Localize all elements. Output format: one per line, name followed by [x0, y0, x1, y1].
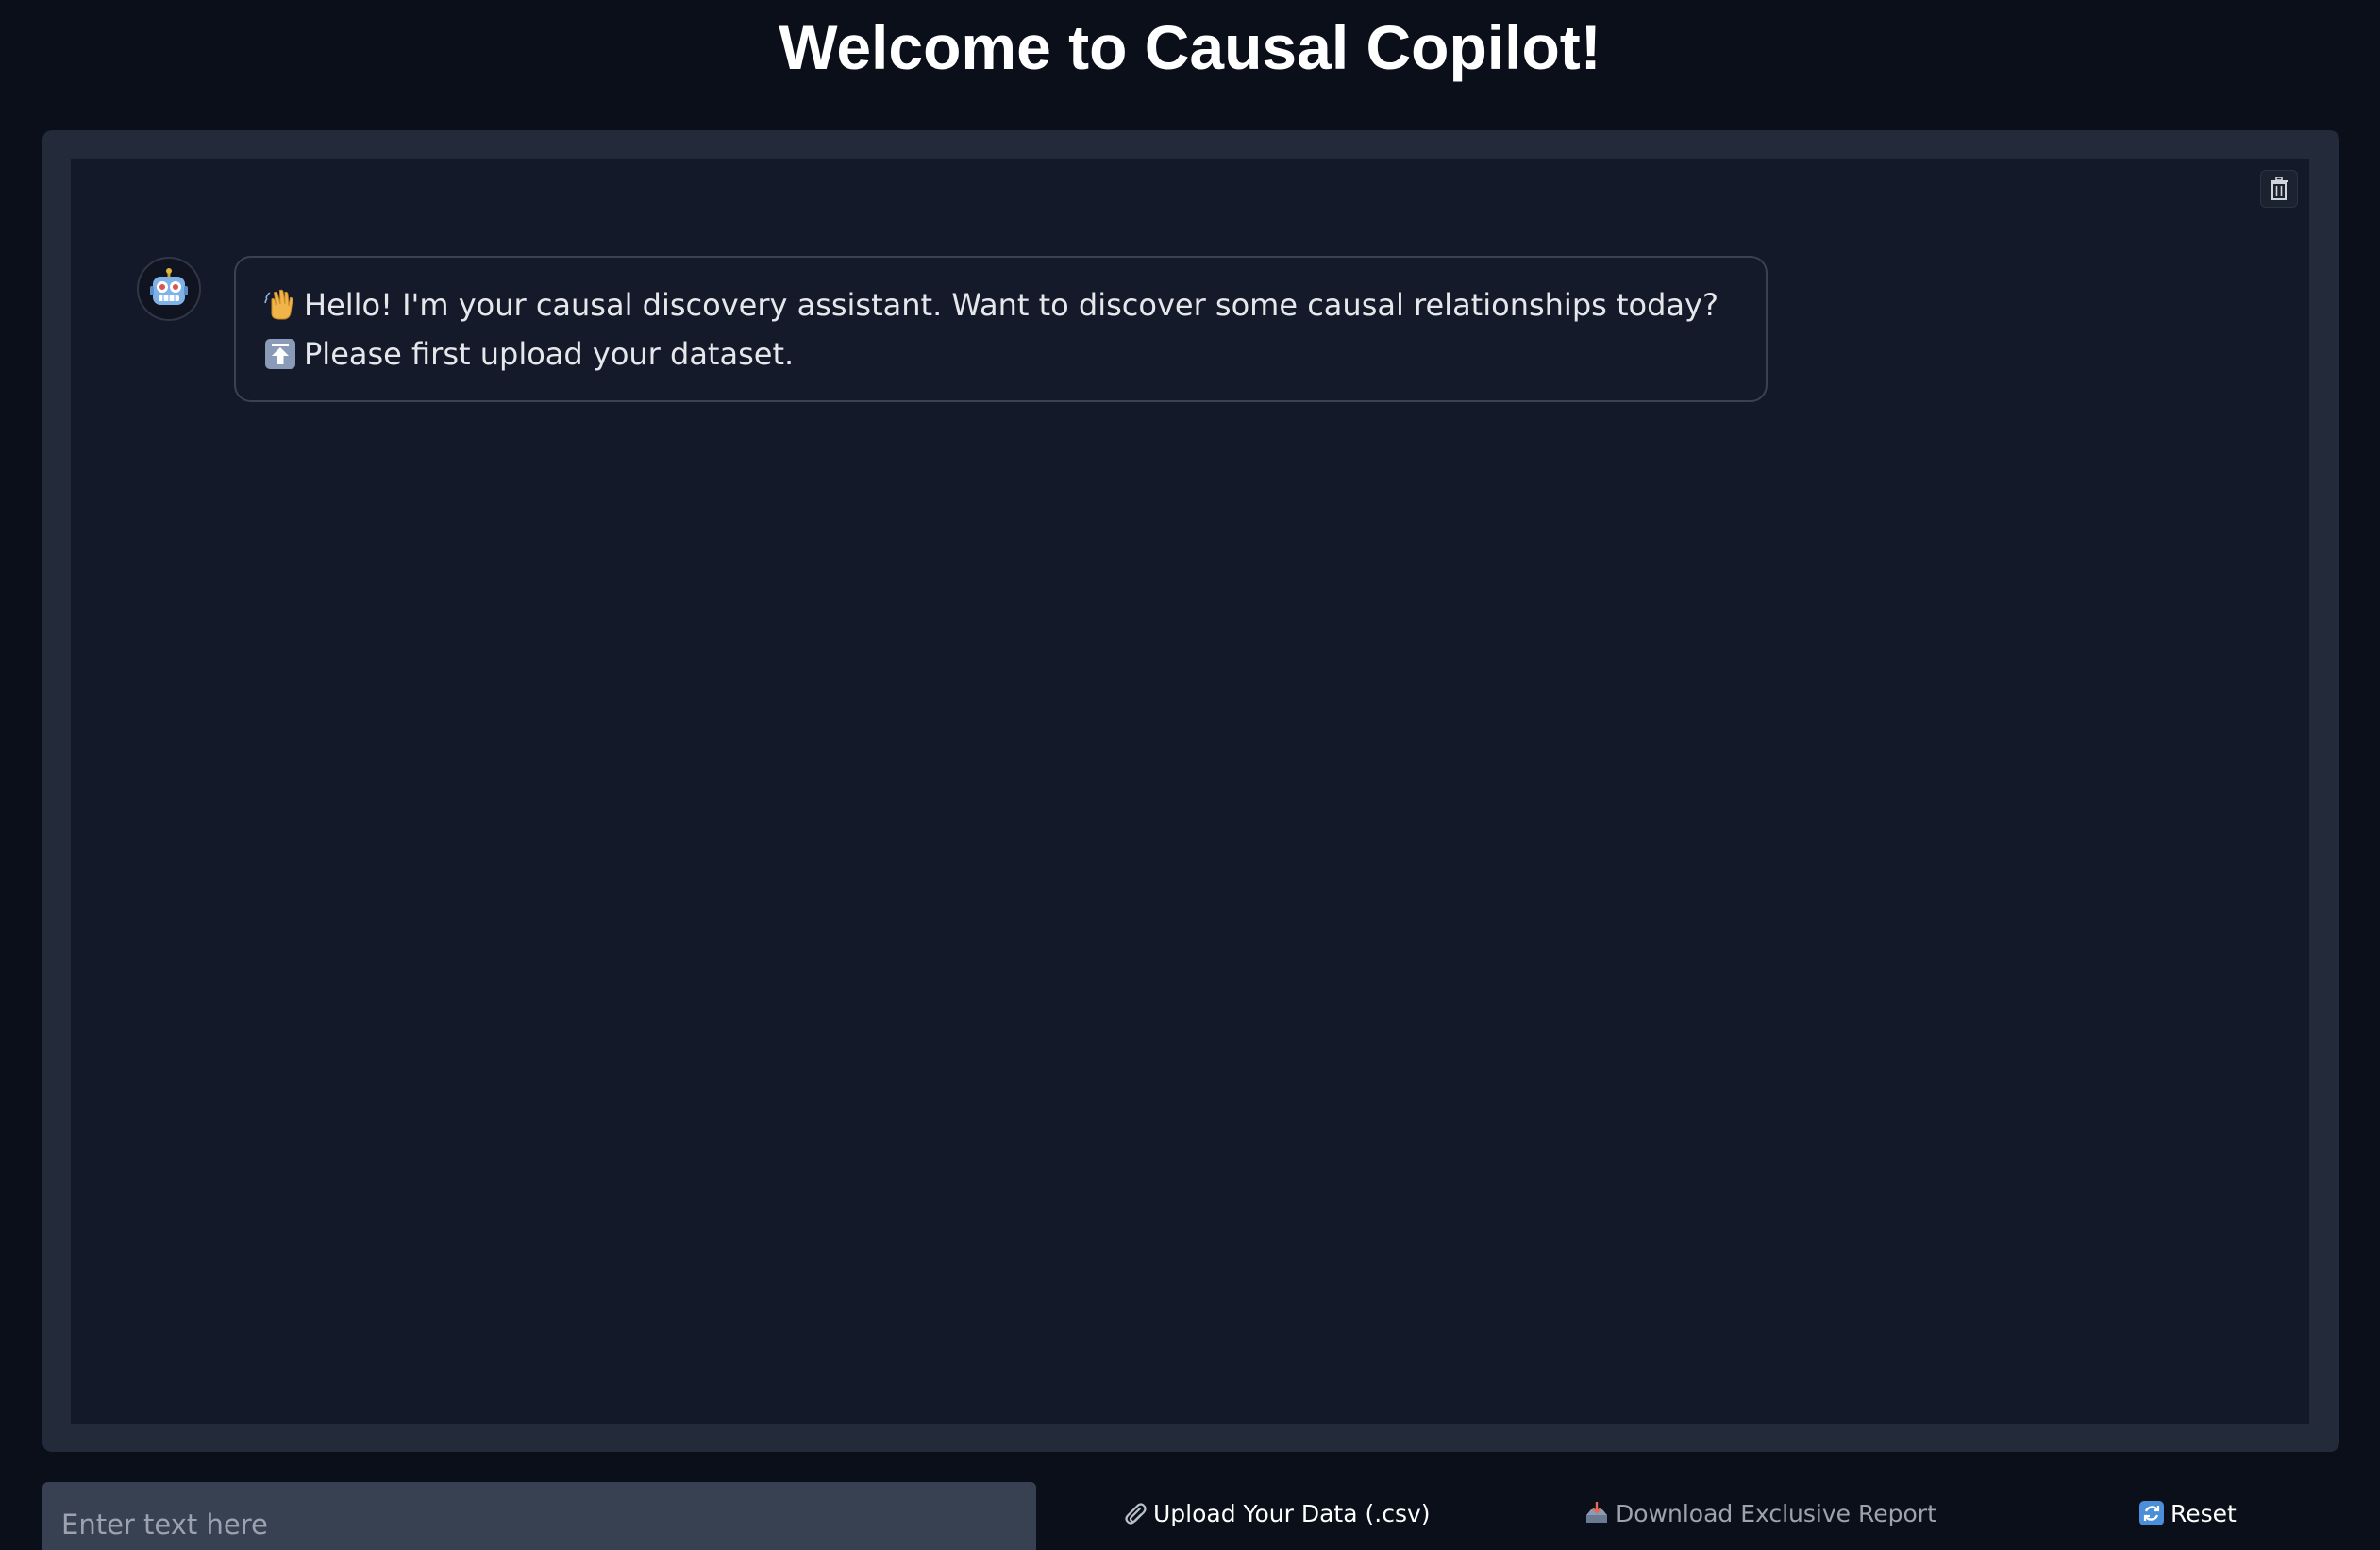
message-line: Hello! I'm your causal discovery assista… [264, 280, 1737, 329]
assistant-avatar [137, 257, 201, 321]
paperclip-icon [1125, 1503, 1147, 1525]
download-report-button[interactable]: Download Exclusive Report [1584, 1490, 1936, 1537]
message-text: Please first upload your dataset. [304, 336, 795, 372]
page-title: Welcome to Causal Copilot! [779, 12, 1601, 82]
chat-history[interactable]: Hello! I'm your causal discovery assista… [71, 159, 2309, 1424]
message-text: Hello! I'm your causal discovery assista… [304, 287, 1718, 323]
download-label: Download Exclusive Report [1616, 1499, 1936, 1527]
upload-data-button[interactable]: Upload Your Data (.csv) [1121, 1490, 1431, 1537]
inbox-tray-icon [1586, 1502, 1607, 1523]
refresh-icon [2139, 1501, 2164, 1525]
robot-icon [150, 268, 188, 305]
chatbot-panel: Hello! I'm your causal discovery assista… [42, 130, 2339, 1452]
reset-label: Reset [2170, 1499, 2237, 1527]
chat-input[interactable] [42, 1482, 1036, 1550]
waving-hand-icon [264, 289, 293, 320]
message-line: Please first upload your dataset. [264, 329, 1737, 379]
reset-button[interactable]: Reset [2138, 1490, 2237, 1537]
app-page: Welcome to Causal Copilot! Hello! I'm yo… [0, 0, 2380, 1550]
assistant-message: Hello! I'm your causal discovery assista… [234, 256, 1768, 402]
trash-icon [2271, 177, 2288, 200]
clear-chat-button[interactable] [2260, 170, 2298, 208]
upload-label: Upload Your Data (.csv) [1153, 1499, 1431, 1527]
up-arrow-icon [265, 339, 295, 369]
